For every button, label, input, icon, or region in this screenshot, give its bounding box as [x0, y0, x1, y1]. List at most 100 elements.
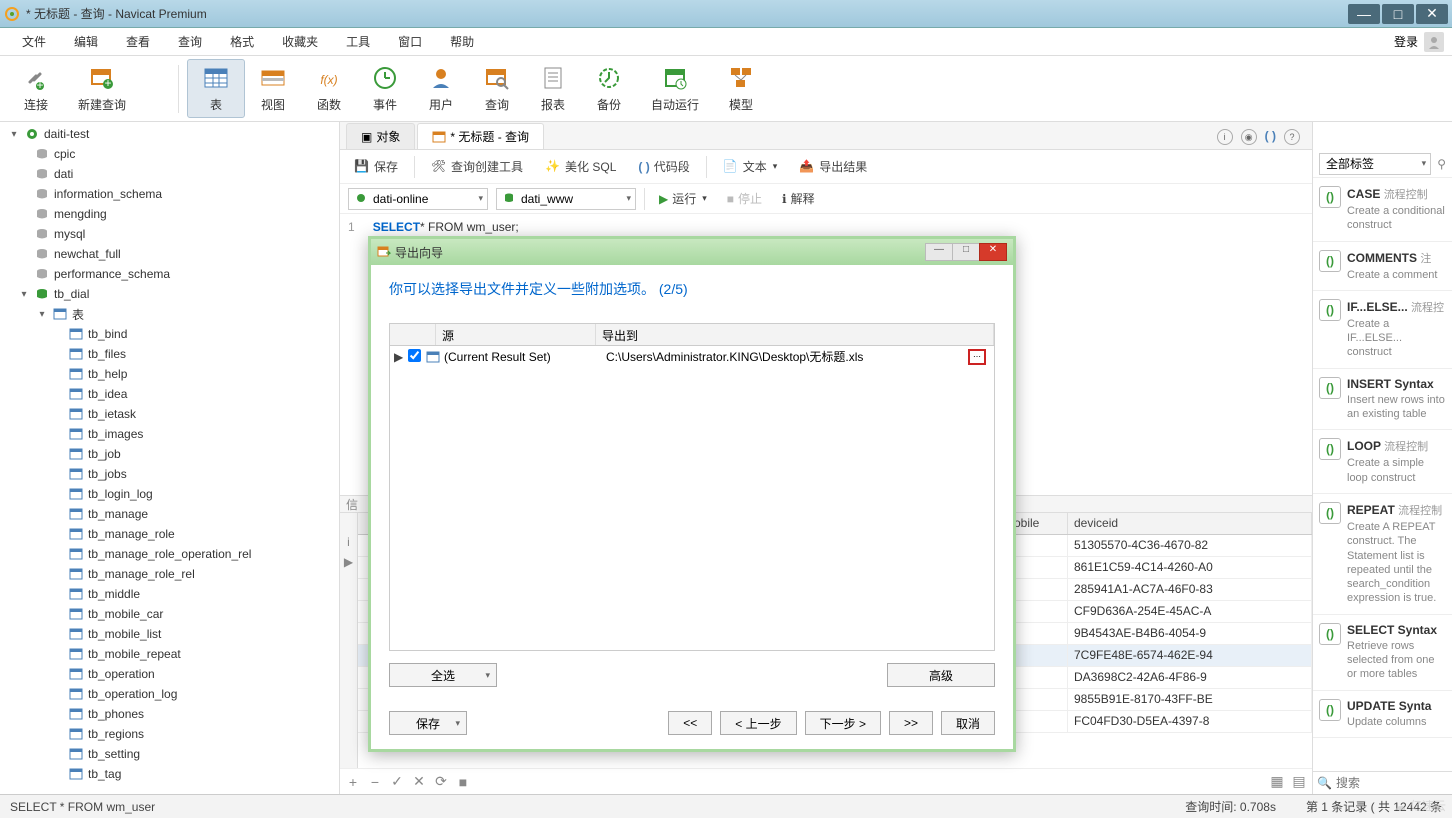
prev-button[interactable]: < 上一步 [720, 711, 796, 735]
menu-favorites[interactable]: 收藏夹 [268, 29, 332, 54]
menu-window[interactable]: 窗口 [384, 29, 436, 54]
expander-icon[interactable]: ▾ [18, 289, 30, 300]
form-view-icon[interactable]: ▤ [1292, 773, 1306, 790]
tree-table[interactable]: tb_middle [0, 584, 339, 604]
brackets-icon[interactable]: ( ) [1265, 129, 1276, 145]
tree-table[interactable]: tb_setting [0, 744, 339, 764]
connection-tree[interactable]: ▾ daiti-test cpic dati information_schem… [0, 122, 340, 794]
tab-query[interactable]: * 无标题 - 查询 [417, 123, 544, 149]
tree-table[interactable]: tb_manage [0, 504, 339, 524]
snippet-item[interactable]: ()UPDATE SyntaUpdate columns [1313, 691, 1452, 738]
dialog-maximize-button[interactable]: □ [952, 243, 980, 261]
tree-table[interactable]: tb_bind [0, 324, 339, 344]
tree-table[interactable]: tb_ietask [0, 404, 339, 424]
tree-table[interactable]: tb_phones [0, 704, 339, 724]
export-destination[interactable]: C:\Users\Administrator.KING\Desktop\无标题.… [606, 348, 966, 365]
save-profile-button[interactable]: 保存 [389, 711, 467, 735]
select-all-button[interactable]: 全选 [389, 663, 497, 687]
export-row-checkbox[interactable] [408, 349, 421, 362]
expander-icon[interactable]: ▾ [36, 309, 48, 320]
menu-file[interactable]: 文件 [8, 29, 60, 54]
refresh-icon[interactable]: ⟳ [434, 773, 448, 790]
ribbon-user[interactable]: 用户 [413, 60, 469, 117]
ribbon-schedule[interactable]: 自动运行 [637, 60, 713, 117]
snippet-item[interactable]: ()SELECT SyntaxRetrieve rows selected fr… [1313, 615, 1452, 691]
save-button[interactable]: 💾保存 [348, 155, 404, 178]
delete-row-icon[interactable]: − [368, 774, 382, 790]
maximize-button[interactable]: □ [1382, 4, 1414, 24]
col-header[interactable]: deviceid [1068, 513, 1312, 534]
ribbon-function[interactable]: f(x) 函数 [301, 60, 357, 117]
menu-help[interactable]: 帮助 [436, 29, 488, 54]
snippet-item[interactable]: ()CASE 流程控制Create a conditional construc… [1313, 178, 1452, 242]
tree-table[interactable]: tb_files [0, 344, 339, 364]
tree-table[interactable]: tb_idea [0, 384, 339, 404]
eye-icon[interactable]: ◉ [1241, 129, 1257, 145]
dialog-minimize-button[interactable]: — [925, 243, 953, 261]
tree-tables-node[interactable]: ▾表 [0, 304, 339, 324]
first-button[interactable]: << [668, 711, 712, 735]
ribbon-report[interactable]: 报表 [525, 60, 581, 117]
stop-button[interactable]: ■停止 [721, 187, 768, 210]
help-icon[interactable]: ? [1284, 129, 1300, 145]
tree-db[interactable]: mengding [0, 204, 339, 224]
snippet-item[interactable]: ()IF...ELSE... 流程控Create a IF...ELSE... … [1313, 291, 1452, 369]
menu-format[interactable]: 格式 [216, 29, 268, 54]
snippet-button[interactable]: ( )代码段 [632, 155, 695, 178]
expander-icon[interactable]: ▾ [8, 129, 20, 140]
tree-table[interactable]: tb_help [0, 364, 339, 384]
tree-db[interactable]: mysql [0, 224, 339, 244]
snippet-item[interactable]: ()INSERT SyntaxInsert new rows into an e… [1313, 369, 1452, 431]
tree-table[interactable]: tb_job [0, 444, 339, 464]
query-builder-button[interactable]: 🛠查询创建工具 [425, 155, 529, 178]
beautify-button[interactable]: ✨美化 SQL [539, 155, 622, 178]
commit-icon[interactable]: ✓ [390, 773, 404, 790]
ribbon-table[interactable]: 表 [187, 59, 245, 118]
run-button[interactable]: ▶运行▾ [653, 187, 713, 210]
tree-db[interactable]: performance_schema [0, 264, 339, 284]
ribbon-model[interactable]: 模型 [713, 60, 769, 117]
tree-table[interactable]: tb_images [0, 424, 339, 444]
snippet-search-input[interactable] [1336, 776, 1452, 790]
tree-table[interactable]: tb_manage_role_operation_rel [0, 544, 339, 564]
ribbon-event[interactable]: 事件 [357, 60, 413, 117]
menu-tools[interactable]: 工具 [332, 29, 384, 54]
cancel-button[interactable]: 取消 [941, 711, 995, 735]
tree-db[interactable]: dati [0, 164, 339, 184]
tree-table[interactable]: tb_operation [0, 664, 339, 684]
last-button[interactable]: >> [889, 711, 933, 735]
tree-table[interactable]: tb_login_log [0, 484, 339, 504]
database-combo[interactable]: dati_www [496, 188, 636, 210]
ribbon-view[interactable]: 视图 [245, 60, 301, 117]
add-row-icon[interactable]: + [346, 774, 360, 790]
menu-edit[interactable]: 编辑 [60, 29, 112, 54]
tree-table[interactable]: tb_mobile_repeat [0, 644, 339, 664]
tree-db[interactable]: cpic [0, 144, 339, 164]
dialog-titlebar[interactable]: 导出向导 — □ ✕ [371, 239, 1013, 265]
tree-table[interactable]: tb_mobile_car [0, 604, 339, 624]
snippet-item[interactable]: ()REPEAT 流程控制Create A REPEAT construct. … [1313, 494, 1452, 615]
tree-table[interactable]: tb_operation_log [0, 684, 339, 704]
tree-db-active[interactable]: ▾tb_dial [0, 284, 339, 304]
ribbon-connection[interactable]: + 连接 [8, 60, 64, 117]
ribbon-backup[interactable]: 备份 [581, 60, 637, 117]
ribbon-new-query[interactable]: + 新建查询 [64, 60, 140, 117]
export-results-button[interactable]: 📤导出结果 [793, 155, 873, 178]
tree-table[interactable]: tb_manage_role_rel [0, 564, 339, 584]
browse-button[interactable]: ⋯ [968, 349, 986, 365]
cancel-icon[interactable]: ✕ [412, 773, 426, 790]
tree-table[interactable]: tb_tag [0, 764, 339, 784]
grid-view-icon[interactable]: ▦ [1270, 773, 1284, 790]
connection-combo[interactable]: dati-online [348, 188, 488, 210]
tab-objects[interactable]: ▣ 对象 [346, 123, 415, 149]
filter-icon[interactable]: ⚲ [1437, 157, 1446, 171]
export-row[interactable]: ▶ (Current Result Set) C:\Users\Administ… [390, 346, 994, 367]
explain-button[interactable]: ℹ解释 [776, 187, 821, 210]
tree-table[interactable]: tb_jobs [0, 464, 339, 484]
info-icon[interactable]: i [1217, 129, 1233, 145]
login-link[interactable]: 登录 [1394, 33, 1418, 50]
text-mode-button[interactable]: 📄文本▾ [717, 155, 784, 178]
advanced-button[interactable]: 高级 [887, 663, 995, 687]
tree-db[interactable]: information_schema [0, 184, 339, 204]
minimize-button[interactable]: — [1348, 4, 1380, 24]
